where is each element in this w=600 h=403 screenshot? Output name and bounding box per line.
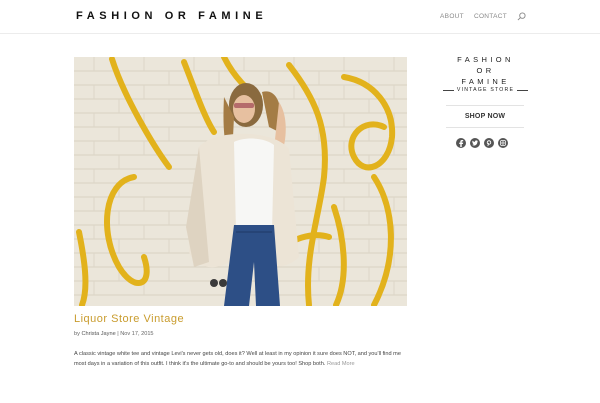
site-title[interactable]: FASHION OR FAMINE	[76, 10, 267, 22]
logo-line-3: FAMINE	[461, 77, 510, 86]
nav-contact[interactable]: CONTACT	[474, 13, 507, 20]
search-icon[interactable]	[517, 12, 526, 21]
social-links	[456, 138, 508, 148]
meta-separator: |	[117, 331, 119, 337]
post-title[interactable]: Liquor Store Vintage	[74, 313, 184, 325]
twitter-icon[interactable]	[470, 138, 480, 148]
logo-rule-right	[517, 89, 529, 91]
post-featured-image[interactable]	[74, 57, 407, 306]
nav-about[interactable]: ABOUT	[440, 13, 464, 20]
pinterest-icon[interactable]	[484, 138, 494, 148]
post-meta: by Christa Jayne | Nov 17, 2015	[74, 331, 154, 337]
sidebar-logo[interactable]: FASHION OR FAMINE VINTAGE STORE	[443, 54, 529, 93]
logo-line-1: FASHION	[457, 55, 514, 64]
main-nav: ABOUT CONTACT	[440, 12, 526, 21]
sidebar-divider-bottom	[446, 127, 524, 128]
post-excerpt: A classic vintage white tee and vintage …	[74, 349, 409, 369]
read-more-link[interactable]: Read More	[327, 361, 355, 367]
shop-now-button[interactable]: SHOP NOW	[446, 113, 524, 120]
post-date: Nov 17, 2015	[120, 331, 154, 337]
sidebar-divider-top	[446, 105, 524, 106]
logo-sub-row: VINTAGE STORE	[443, 87, 529, 93]
logo-line-2: OR	[476, 66, 495, 75]
meta-prefix: by	[74, 331, 80, 337]
logo-rule-left	[443, 89, 454, 91]
post-author[interactable]: Christa Jayne	[81, 331, 115, 337]
logo-subtitle: VINTAGE STORE	[456, 87, 515, 93]
facebook-icon[interactable]	[456, 138, 466, 148]
header-bar: FASHION OR FAMINE ABOUT CONTACT	[0, 0, 600, 34]
instagram-icon[interactable]	[498, 138, 508, 148]
